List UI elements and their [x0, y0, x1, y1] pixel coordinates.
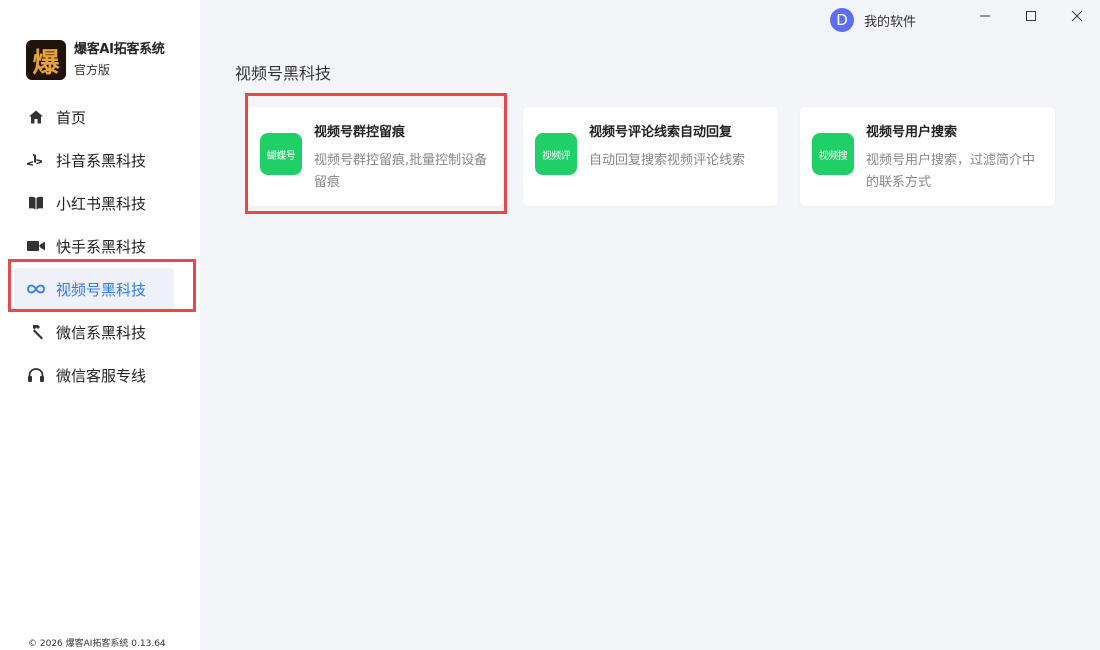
footer-copyright: © 2026 爆客AI拓客系统 0.13.64	[28, 639, 166, 649]
book-icon	[26, 193, 46, 213]
card-user-search[interactable]: 视频搜 视频号用户搜索 视频号用户搜索，过滤简介中的联系方式	[800, 107, 1055, 206]
my-software-button[interactable]: D 我的软件	[830, 8, 916, 32]
page-title: 视频号黑科技	[235, 64, 332, 83]
my-software-label: 我的软件	[864, 14, 917, 30]
brand: 爆 爆客AI拓客系统 官方版	[26, 40, 165, 80]
video-search-app-icon: 视频搜	[812, 133, 854, 175]
card-comment-auto-reply[interactable]: 视频评 视频号评论线索自动回复 自动回复搜索视频评论线索	[523, 107, 778, 206]
sidebar-item-label: 小红书黑科技	[56, 194, 147, 213]
sidebar-item-label: 视频号黑科技	[56, 280, 147, 299]
card-description: 视频号群控留痕,批量控制设备留痕	[314, 153, 488, 190]
card-title: 视频号用户搜索	[866, 125, 958, 140]
card-title: 视频号群控留痕	[314, 125, 406, 140]
sidebar-item-label: 首页	[56, 108, 87, 127]
brand-name: 爆客AI拓客系统	[74, 42, 165, 57]
sidebar-item-label: 微信客服专线	[56, 366, 147, 385]
close-button[interactable]	[1054, 0, 1100, 32]
sidebar-item-shipinhao[interactable]: 视频号黑科技	[14, 268, 174, 310]
home-icon	[26, 107, 46, 127]
sidebar-item-label: 快手系黑科技	[56, 237, 147, 256]
sidebar-item-label: 微信系黑科技	[56, 323, 147, 342]
sidebar-item-home[interactable]: 首页	[14, 96, 174, 138]
infinity-icon	[26, 279, 46, 299]
brand-edition: 官方版	[74, 63, 111, 77]
sidebar-nav: 首页 抖音系黑科技 小红书黑科技 快手系黑科技 视频号黑科技 微信系黑科技 微信…	[14, 96, 174, 397]
video-comment-app-icon: 视频评	[535, 133, 577, 175]
gamepad-icon	[26, 150, 46, 170]
sidebar-item-customer-service[interactable]: 微信客服专线	[14, 354, 174, 396]
brand-text: 爆客AI拓客系统 官方版	[74, 41, 165, 79]
hammer-icon	[26, 322, 46, 342]
video-camera-icon	[26, 236, 46, 256]
sidebar-item-xiaohongshu[interactable]: 小红书黑科技	[14, 182, 174, 224]
card-title: 视频号评论线索自动回复	[589, 125, 733, 140]
card-description: 视频号用户搜索，过滤简介中的联系方式	[866, 153, 1036, 190]
minimize-button[interactable]	[962, 0, 1008, 32]
sidebar-item-douyin[interactable]: 抖音系黑科技	[14, 139, 174, 181]
sidebar: 爆 爆客AI拓客系统 官方版 首页 抖音系黑科技 小红书黑科技 快手系黑科技 视…	[0, 0, 200, 650]
butterfly-app-icon: 蝴蝶号	[260, 133, 302, 175]
close-icon	[1071, 10, 1083, 22]
minimize-icon	[980, 15, 990, 17]
maximize-button[interactable]	[1008, 0, 1054, 32]
sidebar-item-kuaishou[interactable]: 快手系黑科技	[14, 225, 174, 267]
brand-logo: 爆	[26, 40, 66, 80]
sidebar-item-weixin[interactable]: 微信系黑科技	[14, 311, 174, 353]
window-controls	[962, 0, 1100, 32]
maximize-icon	[1026, 11, 1036, 21]
avatar: D	[830, 8, 854, 32]
card-group-control[interactable]: 蝴蝶号 视频号群控留痕 视频号群控留痕,批量控制设备留痕	[248, 107, 503, 206]
sidebar-item-label: 抖音系黑科技	[56, 151, 147, 170]
headset-icon	[26, 365, 46, 385]
card-description: 自动回复搜索视频评论线索	[589, 153, 746, 168]
